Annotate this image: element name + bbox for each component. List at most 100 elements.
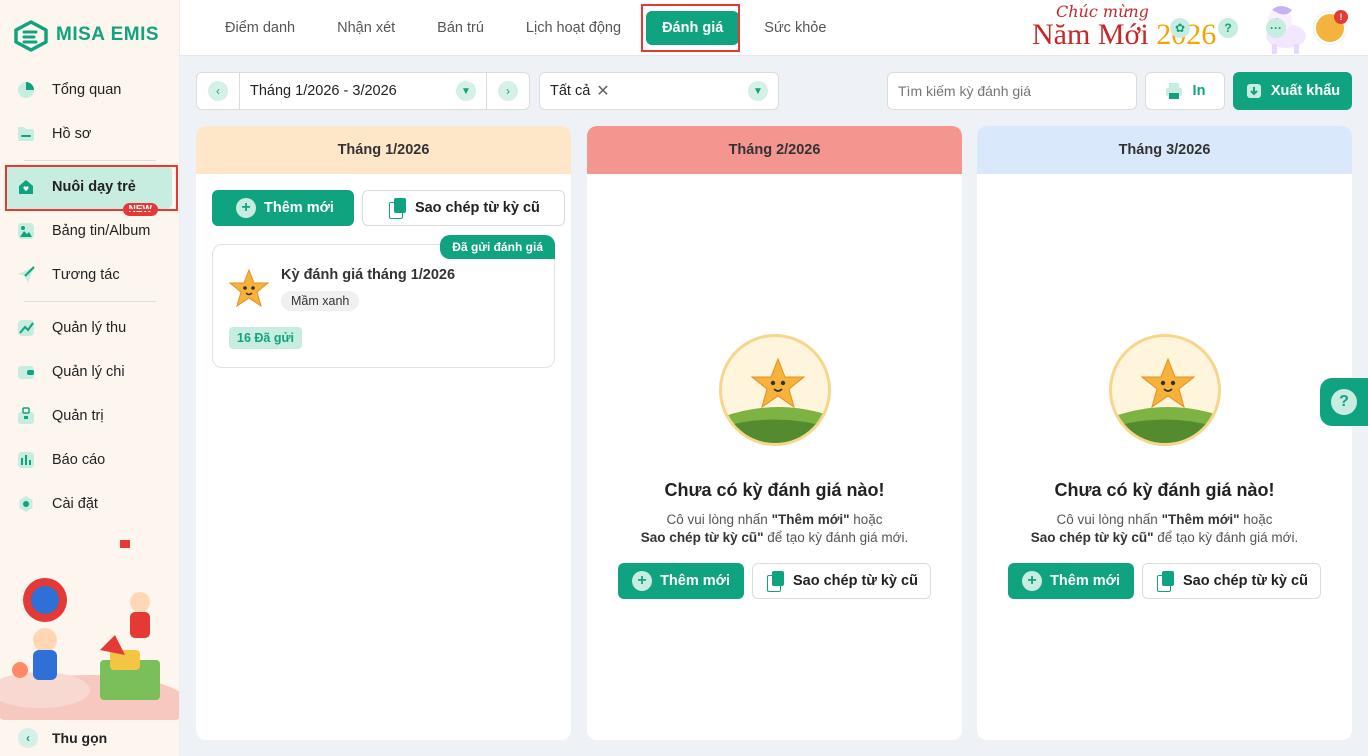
collapse-sidebar-button[interactable]: ‹ Thu gọn [0, 720, 179, 756]
period-picker: ‹ Tháng 1/2026 - 3/2026 ▼ › [196, 72, 530, 110]
printer-icon [1165, 83, 1182, 99]
copy-label: Sao chép từ kỳ cũ [414, 200, 540, 216]
chart-up-icon [16, 318, 36, 338]
next-period-button[interactable]: › [487, 73, 529, 109]
copy-label: Sao chép từ kỳ cũ [793, 573, 918, 589]
theme-gear-icon[interactable]: ✿ [1170, 18, 1190, 38]
desc-part: hoặc [1239, 512, 1273, 527]
top-actions: ✿ ? ··· ! [1170, 0, 1348, 56]
star-mascot-icon [228, 268, 270, 308]
sidebar-item-label: Nuôi dạy trẻ [52, 179, 136, 195]
send-icon [16, 265, 36, 285]
sidebar-item-reports[interactable]: Báo cáo [0, 438, 179, 482]
period-value: Tháng 1/2026 - 3/2026 [250, 83, 397, 99]
toolbar: ‹ Tháng 1/2026 - 3/2026 ▼ › Tất cả ✕ ▼ I… [196, 72, 1352, 110]
add-label: Thêm mới [1050, 573, 1120, 589]
heart-home-icon [16, 177, 36, 197]
export-button[interactable]: Xuất khẩu [1233, 72, 1352, 110]
download-icon [1246, 84, 1261, 98]
sidebar-nav: Tổng quan Hồ sơ Nuôi dạy trẻ NEW Bảng ti… [0, 68, 179, 526]
sidebar-item-label: Quản trị [52, 408, 104, 424]
print-button[interactable]: In [1145, 72, 1225, 110]
desc-part: hoặc [849, 512, 883, 527]
divider [24, 160, 156, 161]
star-mascot-icon [721, 357, 828, 443]
add-new-button[interactable]: + Thêm mới [618, 563, 744, 599]
tab-comments[interactable]: Nhận xét [316, 11, 416, 45]
evaluation-card[interactable]: Đã gửi đánh giá Kỳ đánh giá tháng 1/2026… [212, 235, 555, 368]
empty-state: Chưa có kỳ đánh giá nào! Cô vui lòng nhấ… [587, 334, 962, 599]
empty-illustration [718, 334, 831, 446]
sidebar-item-label: Bảng tin/Album [52, 223, 151, 239]
tab-boarding[interactable]: Bán trú [416, 11, 505, 45]
banner-title-text: Năm Mới [1032, 18, 1149, 51]
copy-label: Sao chép từ kỳ cũ [1183, 573, 1308, 589]
sidebar-item-admin[interactable]: Quản trị [0, 394, 179, 438]
desc-bold: Sao chép từ kỳ cũ" [1030, 530, 1154, 545]
folder-icon [16, 124, 36, 144]
plus-icon: + [236, 198, 256, 218]
close-icon[interactable]: ✕ [596, 81, 609, 101]
month-column-1: Tháng 1/2026 + Thêm mới Sao chép từ kỳ c… [196, 126, 571, 740]
column-title: Tháng 1/2026 [196, 126, 571, 174]
sidebar-item-childcare[interactable]: Nuôi dạy trẻ NEW [6, 165, 172, 216]
new-year-illustration [0, 540, 179, 720]
chevron-down-icon: ▼ [748, 81, 768, 101]
chevron-right-icon: › [498, 81, 518, 101]
empty-title: Chưa có kỳ đánh giá nào! [664, 480, 885, 500]
empty-actions: + Thêm mới Sao chép từ kỳ cũ [977, 563, 1352, 599]
print-label: In [1192, 83, 1206, 99]
copy-icon [767, 571, 785, 592]
add-new-button[interactable]: + Thêm mới [1008, 563, 1134, 599]
copy-previous-button[interactable]: Sao chép từ kỳ cũ [361, 190, 565, 226]
help-icon[interactable]: ? [1218, 18, 1238, 38]
user-avatar[interactable]: ! [1314, 10, 1348, 44]
copy-icon [1157, 571, 1175, 592]
tab-health[interactable]: Sức khỏe [743, 11, 847, 45]
sidebar-item-revenue[interactable]: Quản lý thu [0, 306, 179, 350]
search-input[interactable] [898, 83, 1126, 99]
sidebar-item-label: Cài đặt [52, 496, 98, 512]
filter-chip-label: Tất cả [550, 83, 591, 99]
sidebar-item-label: Quản lý chi [52, 364, 125, 380]
copy-previous-button[interactable]: Sao chép từ kỳ cũ [1142, 563, 1321, 599]
desc-part: để tạo kỳ đánh giá mới. [1153, 530, 1299, 545]
prev-period-button[interactable]: ‹ [197, 73, 239, 109]
briefcase-icon [16, 406, 36, 426]
sidebar-item-settings[interactable]: Cài đặt [0, 482, 179, 526]
sidebar-item-profile[interactable]: Hồ sơ [0, 112, 179, 156]
desc-bold: Sao chép từ kỳ cũ" [640, 530, 764, 545]
sidebar: MISA EMIS Tổng quan Hồ sơ Nuôi dạy trẻ N… [0, 0, 180, 756]
tab-evaluation[interactable]: Đánh giá [646, 11, 740, 45]
desc-part: để tạo kỳ đánh giá mới. [763, 530, 909, 545]
sidebar-item-label: Tương tác [52, 267, 120, 283]
add-new-button[interactable]: + Thêm mới [212, 190, 354, 226]
pie-icon [16, 80, 36, 100]
gear-icon [16, 494, 36, 514]
question-icon: ? [1331, 389, 1357, 415]
more-icon[interactable]: ··· [1266, 18, 1286, 38]
column-actions: + Thêm mới Sao chép từ kỳ cũ [212, 190, 565, 226]
sidebar-item-overview[interactable]: Tổng quan [0, 68, 179, 112]
image-icon [16, 221, 36, 241]
class-filter-select[interactable]: Tất cả ✕ ▼ [539, 72, 779, 110]
top-bar: Điểm danh Nhận xét Bán trú Lịch hoạt độn… [180, 0, 1368, 56]
empty-description: Cô vui lòng nhấn "Thêm mới" hoặc Sao ché… [587, 511, 962, 547]
sidebar-item-expense[interactable]: Quản lý chi [0, 350, 179, 394]
plus-icon: + [632, 571, 653, 591]
app-logo[interactable]: MISA EMIS [12, 18, 159, 52]
sidebar-item-newsfeed[interactable]: Bảng tin/Album [0, 209, 179, 253]
tab-schedule[interactable]: Lịch hoạt động [505, 11, 642, 45]
column-title: Tháng 2/2026 [587, 126, 962, 174]
chevron-down-icon: ▼ [456, 81, 476, 101]
sidebar-item-interaction[interactable]: Tương tác [0, 253, 179, 297]
module-tabs: Điểm danh Nhận xét Bán trú Lịch hoạt độn… [204, 0, 847, 56]
copy-previous-button[interactable]: Sao chép từ kỳ cũ [752, 563, 931, 599]
floating-help-button[interactable]: ? [1320, 378, 1368, 426]
empty-state: Chưa có kỳ đánh giá nào! Cô vui lòng nhấ… [977, 334, 1352, 599]
chevron-left-icon: ‹ [18, 728, 38, 748]
class-tag: Mầm xanh [281, 291, 360, 311]
search-box [887, 72, 1137, 110]
tab-attendance[interactable]: Điểm danh [204, 11, 316, 45]
period-select[interactable]: Tháng 1/2026 - 3/2026 ▼ [239, 73, 487, 109]
